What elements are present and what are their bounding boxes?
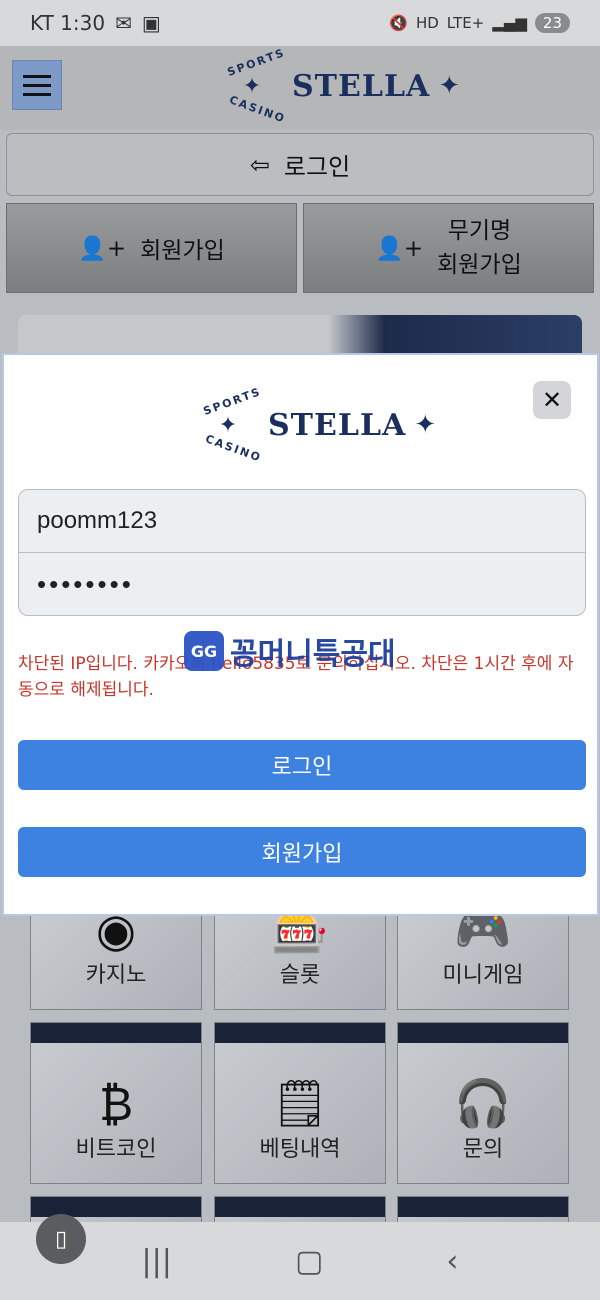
watermark-shield-icon: GG (184, 631, 224, 671)
site-logo[interactable]: SPORTS ✦ CASINO STELLA ✦ (220, 46, 461, 126)
home-icon[interactable]: ▢ (295, 1244, 323, 1279)
add-user-icon: 👤+ (375, 235, 424, 262)
logo-sparkle-icon: ✦ (414, 410, 437, 440)
join-button[interactable]: 회원가입 (18, 827, 586, 877)
join-button-bg[interactable]: 👤+ 회원가입 (6, 203, 297, 293)
anonymous-join-button-bg[interactable]: 👤+ 무기명 회원가입 (303, 203, 594, 293)
network-type: LTE+ (446, 14, 485, 32)
app-header: SPORTS ✦ CASINO STELLA ✦ (0, 46, 600, 130)
tile-casino[interactable]: ◉ 카지노 (30, 903, 202, 1010)
hd-badge: HD (415, 14, 439, 32)
logo-wordmark: STELLA (268, 407, 407, 443)
signal-icon: ▂▄▆ (492, 14, 527, 32)
password-field[interactable]: •••••••• (18, 552, 586, 616)
mail-icon: ✉ (115, 11, 132, 35)
tile-inquiry[interactable]: 🎧 문의 (397, 1022, 569, 1184)
login-modal: ✕ SPORTS ✦ CASINO STELLA ✦ poomm123 ••••… (2, 353, 599, 916)
android-nav-bar: ||| ▢ ‹ (0, 1222, 600, 1300)
modal-logo: SPORTS ✦ CASINO STELLA ✦ (196, 385, 437, 465)
logo-badge: SPORTS ✦ CASINO (201, 385, 264, 465)
mute-icon: 🔇 (389, 14, 408, 32)
close-icon[interactable]: ✕ (533, 381, 571, 419)
tile-slot[interactable]: 🎰 슬롯 (214, 902, 386, 1010)
logo-star-icon: ✦ (218, 412, 238, 438)
username-field[interactable]: poomm123 (18, 489, 586, 553)
support-agent-icon: 🎧 (454, 1076, 512, 1130)
bitcoin-coins-icon: ₿ (98, 1077, 134, 1131)
logo-star-icon: ✦ (242, 73, 262, 99)
carrier-time: KT 1:30 (30, 11, 106, 35)
tile-minigame[interactable]: 🎮 미니게임 (397, 902, 569, 1010)
status-bar: KT 1:30 ✉ ▣ 🔇 HD LTE+ ▂▄▆ 23 (0, 0, 600, 46)
login-button-bg[interactable]: ⇦ 로그인 (6, 133, 594, 196)
watermark: GG 꽁머니특공대 (184, 629, 396, 673)
screenshot-icon: ▣ (141, 11, 161, 35)
back-icon[interactable]: ‹ (446, 1244, 458, 1279)
recent-apps-icon[interactable]: ||| (142, 1244, 172, 1279)
logo-badge: SPORTS ✦ CASINO (225, 46, 288, 126)
notes-icon: 🗒 (270, 1076, 330, 1130)
logo-sparkle-icon: ✦ (438, 71, 461, 101)
login-icon: ⇦ (249, 150, 270, 179)
battery-level: 23 (534, 13, 570, 33)
tile-bitcoin[interactable]: ₿ 비트코인 (30, 1022, 202, 1184)
login-button[interactable]: 로그인 (18, 740, 586, 790)
tile-bet-history[interactable]: 🗒 베팅내역 (214, 1022, 386, 1184)
add-user-icon: 👤+ (78, 235, 127, 262)
menu-icon[interactable] (12, 60, 62, 110)
logo-wordmark: STELLA (292, 68, 431, 104)
floating-phone-icon[interactable]: ▯ (36, 1214, 86, 1264)
